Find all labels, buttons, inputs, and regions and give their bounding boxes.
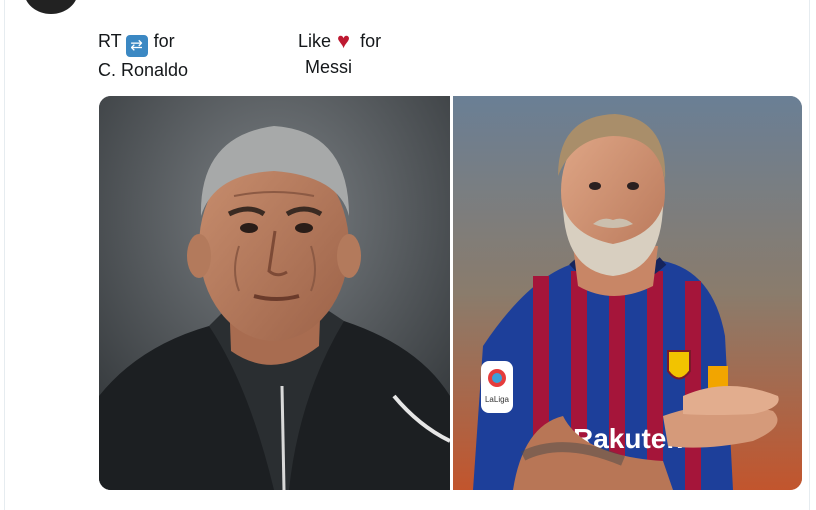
rt-label: RT: [98, 31, 122, 51]
retweet-emoji-icon: ⇄: [125, 35, 148, 57]
messi-name: Messi: [305, 57, 353, 77]
like-for-label: for: [360, 31, 382, 51]
heart-emoji-icon: ♥: [337, 28, 351, 53]
avatar[interactable]: [24, 0, 78, 14]
ronaldo-photo[interactable]: [99, 96, 450, 490]
messi-aged-photo-icon: LaLiga Rakuten: [453, 96, 802, 490]
like-label: Like: [298, 31, 332, 51]
timeline-divider-left: [4, 0, 5, 510]
tweet-text-rt: RT ⇄ for C. Ronaldo: [98, 28, 188, 83]
tweet-media[interactable]: LaLiga Rakuten: [99, 96, 802, 490]
rt-for-label: for: [153, 31, 175, 51]
laliga-badge-text: LaLiga: [485, 395, 510, 404]
timeline-divider-right: [809, 0, 810, 510]
messi-photo[interactable]: LaLiga Rakuten: [453, 96, 802, 490]
tweet-text-like: Like ♥ for Messi: [298, 28, 381, 80]
ronaldo-name: C. Ronaldo: [98, 60, 189, 80]
ronaldo-aged-photo-icon: [99, 96, 450, 490]
